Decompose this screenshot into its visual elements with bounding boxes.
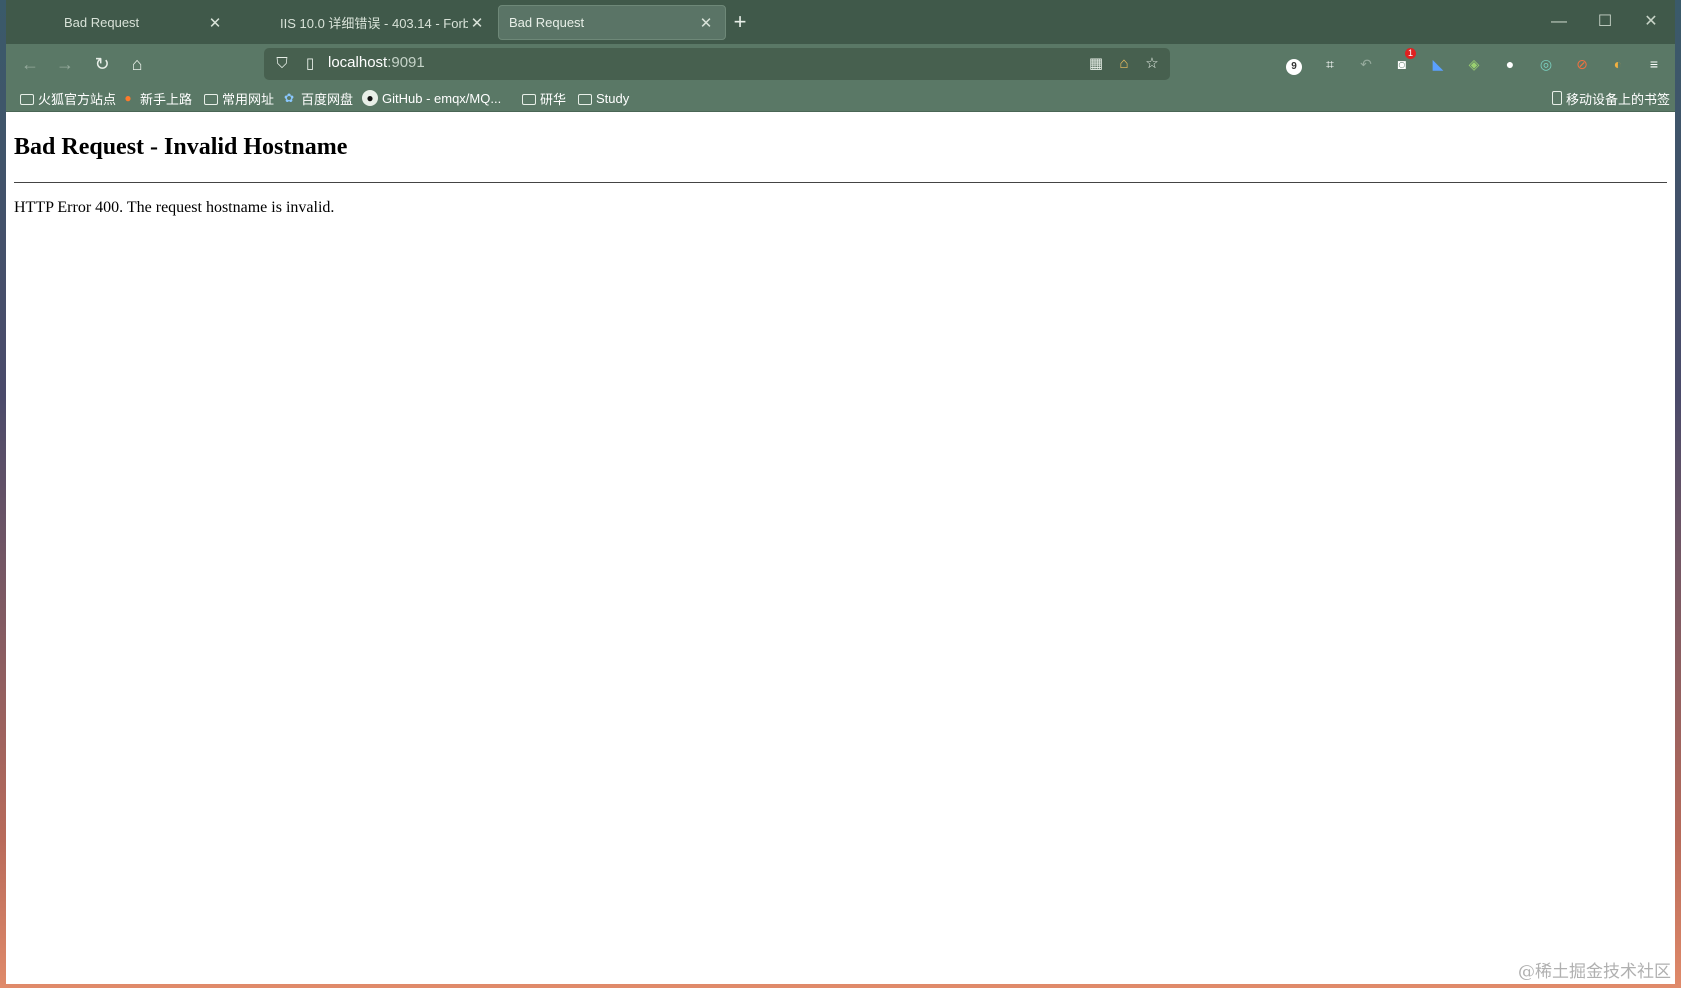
- bookmark-label: 研华: [540, 91, 567, 107]
- bookmarks-toolbar: 火狐官方站点 ● 新手上路 常用网址 ✿ 百度网盘 ● GitHub - emq…: [6, 84, 1675, 112]
- bookmark-label: 百度网盘: [301, 91, 354, 107]
- close-tab-icon[interactable]: ✕: [206, 14, 224, 32]
- folder-icon: [578, 93, 592, 105]
- tab-bad-request-1[interactable]: Bad Request ✕: [12, 5, 234, 40]
- page-title: Bad Request - Invalid Hostname: [14, 134, 348, 160]
- close-tab-icon[interactable]: ✕: [697, 14, 715, 32]
- browser-window: Bad Request ✕ IIS 10.0 详细错误 - 403.14 - F…: [6, 0, 1675, 984]
- back-button[interactable]: ←: [16, 50, 44, 78]
- navigation-bar: ← → ↻ ⌂ ⛉ ▯ localhost:9091 ▦ ⌂ ☆ 9 ⌗ ↶ ◙…: [6, 44, 1675, 84]
- url-text[interactable]: localhost:9091: [328, 54, 425, 71]
- url-bar[interactable]: ⛉ ▯ localhost:9091 ▦ ⌂ ☆: [264, 48, 1170, 80]
- new-tab-button[interactable]: +: [728, 10, 752, 34]
- close-tab-icon[interactable]: ✕: [468, 14, 486, 32]
- bookmark-common-sites[interactable]: 常用网址: [204, 88, 274, 108]
- folder-icon: [522, 93, 536, 105]
- block-extension-icon[interactable]: ⊘: [1570, 52, 1594, 76]
- bookmark-label: 移动设备上的书签: [1566, 91, 1671, 107]
- baidu-pan-icon: ✿: [283, 91, 295, 105]
- folder-icon: [20, 93, 34, 105]
- ghost-extension-icon[interactable]: ●: [1498, 52, 1522, 76]
- counter-extension-icon[interactable]: 9: [1282, 52, 1306, 76]
- sync-extension-icon[interactable]: ◎: [1534, 52, 1558, 76]
- bookmark-study[interactable]: Study: [578, 88, 629, 108]
- tampermonkey-icon[interactable]: ◙ 1: [1390, 48, 1416, 76]
- minimize-button[interactable]: —: [1544, 10, 1574, 34]
- folder-icon: [204, 93, 218, 105]
- github-icon: ●: [362, 90, 378, 106]
- tab-bar: Bad Request ✕ IIS 10.0 详细错误 - 403.14 - F…: [6, 0, 1675, 44]
- bookmark-star-icon[interactable]: ☆: [1140, 52, 1164, 76]
- page-content: Bad Request - Invalid Hostname HTTP Erro…: [6, 113, 1675, 984]
- bookmark-firefox-site[interactable]: 火狐官方站点: [20, 88, 116, 108]
- bookmark-label: 常用网址: [222, 91, 275, 107]
- bookmark-label: Study: [596, 90, 630, 106]
- maximize-button[interactable]: ☐: [1590, 10, 1620, 34]
- tab-iis-error[interactable]: IIS 10.0 详细错误 - 403.14 - Forbidden ✕: [270, 5, 496, 40]
- notification-badge: 1: [1404, 48, 1416, 59]
- bookmark-label: GitHub - emqx/MQ...: [382, 90, 502, 106]
- bookmark-advantech[interactable]: 研华: [522, 88, 566, 108]
- tab-title: Bad Request: [64, 15, 140, 30]
- translate-extension-icon[interactable]: ◣: [1426, 52, 1450, 76]
- tab-title: Bad Request: [509, 15, 585, 30]
- tab-bad-request-active[interactable]: Bad Request ✕: [498, 5, 726, 40]
- firefox-icon: ●: [124, 91, 132, 105]
- bookmark-baidu-pan[interactable]: ✿ 百度网盘: [281, 88, 353, 108]
- shield-icon[interactable]: ⛉: [270, 52, 294, 76]
- menu-icon[interactable]: ≡: [1642, 52, 1666, 76]
- reload-button[interactable]: ↻: [88, 50, 116, 78]
- mobile-bookmarks[interactable]: 移动设备上的书签: [1552, 88, 1670, 108]
- watermark: @稀土掘金技术社区: [1518, 962, 1671, 982]
- divider: [14, 182, 1667, 183]
- qr-code-icon[interactable]: ▦: [1084, 52, 1108, 76]
- forward-button[interactable]: →: [51, 50, 79, 78]
- home-button[interactable]: ⌂: [123, 50, 151, 78]
- error-message: HTTP Error 400. The request hostname is …: [14, 199, 335, 216]
- mobile-device-icon: [1552, 91, 1562, 105]
- bookmark-label: 火狐官方站点: [38, 91, 117, 107]
- bookmark-label: 新手上路: [140, 91, 193, 107]
- bookmark-getting-started[interactable]: ● 新手上路: [120, 88, 192, 108]
- bookmark-github[interactable]: ● GitHub - emqx/MQ...: [362, 88, 501, 108]
- tab-title: IIS 10.0 详细错误 - 403.14 - Forbidden: [280, 16, 468, 31]
- close-window-button[interactable]: ✕: [1636, 10, 1666, 34]
- crop-icon[interactable]: ⌗: [1318, 52, 1342, 76]
- undo-icon[interactable]: ↶: [1354, 52, 1378, 76]
- globe-extension-icon[interactable]: ◈: [1462, 52, 1486, 76]
- page-icon[interactable]: ▯: [298, 52, 322, 76]
- home-extension-icon[interactable]: ⌂: [1112, 52, 1136, 76]
- color-extension-icon[interactable]: ◐: [1606, 52, 1630, 76]
